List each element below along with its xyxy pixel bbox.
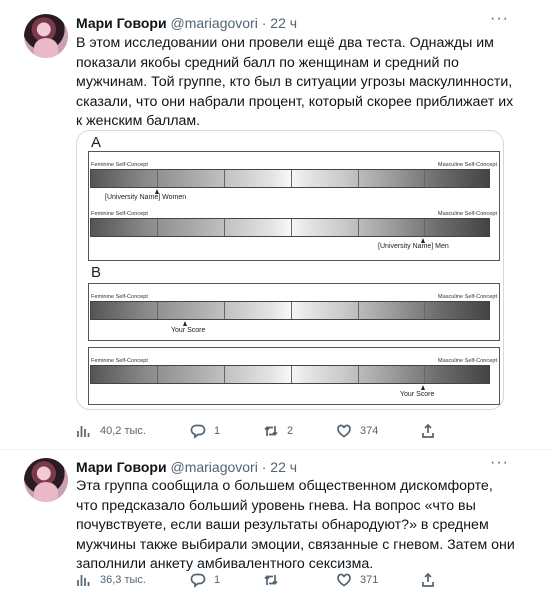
- views-button[interactable]: 36,3 тыс.: [76, 572, 146, 588]
- views-count: 40,2 тыс.: [100, 425, 146, 437]
- reply-button[interactable]: 1: [190, 423, 220, 439]
- share-button[interactable]: [420, 572, 436, 588]
- views-button[interactable]: 40,2 тыс.: [76, 423, 146, 439]
- reply-count: 1: [214, 425, 221, 437]
- panel-a: Feminine Self-Concept Masculine Self-Con…: [88, 151, 500, 261]
- retweet-icon: [264, 426, 278, 436]
- reply-count: 1: [214, 574, 221, 586]
- feminine-label: Feminine Self-Concept: [91, 294, 148, 300]
- tweet-2[interactable]: Мари Говори @mariagovori · 22 ч ··· Эта …: [0, 450, 552, 596]
- feminine-label: Feminine Self-Concept: [91, 358, 148, 364]
- score-marker: [421, 385, 425, 390]
- feminine-label: Feminine Self-Concept: [91, 162, 148, 168]
- retweet-count: 2: [287, 425, 294, 437]
- scale-bar: [90, 218, 490, 237]
- masculine-label: Masculine Self-Concept: [437, 294, 497, 300]
- like-button[interactable]: 374: [336, 423, 378, 439]
- panel-b-1: Feminine Self-Concept Masculine Self-Con…: [88, 283, 500, 341]
- retweet-icon: [264, 575, 278, 585]
- views-count: 36,3 тыс.: [100, 574, 146, 586]
- share-icon: [422, 572, 434, 587]
- share-icon: [422, 423, 434, 438]
- author-handle[interactable]: @mariagovori: [170, 459, 257, 475]
- author-handle[interactable]: @mariagovori: [170, 15, 257, 31]
- like-count: 371: [360, 574, 379, 586]
- avatar[interactable]: [24, 14, 68, 58]
- tweet-image[interactable]: A Feminine Self-Concept Masculine Self-C…: [76, 130, 504, 410]
- tweet-text: Эта группа сообщила о большем общественн…: [76, 478, 515, 572]
- marker-label: [University Name] Men: [378, 243, 449, 250]
- tweet-time[interactable]: 22 ч: [270, 459, 297, 475]
- masculine-label: Masculine Self-Concept: [437, 211, 497, 217]
- tweet-1[interactable]: Мари Говори @mariagovori · 22 ч ··· В эт…: [0, 0, 552, 450]
- retweet-button[interactable]: [263, 572, 287, 588]
- like-count: 374: [360, 425, 379, 437]
- scale-bar: [90, 169, 490, 188]
- figure-label-a: A: [91, 134, 102, 151]
- score-marker: [183, 321, 187, 326]
- tweet-header: Мари Говори @mariagovori · 22 ч: [76, 459, 297, 475]
- feminine-label: Feminine Self-Concept: [91, 211, 148, 217]
- scale-bar: [90, 365, 490, 384]
- heart-icon: [337, 424, 351, 438]
- tweet-actions: 36,3 тыс. 1 371: [76, 572, 516, 592]
- scale-bar: [90, 301, 490, 320]
- avatar[interactable]: [24, 458, 68, 502]
- tweet-actions: 40,2 тыс. 1 2 374: [76, 423, 516, 443]
- heart-icon: [337, 573, 351, 587]
- marker-label: Your Score: [400, 391, 435, 398]
- reply-icon: [190, 573, 206, 588]
- masculine-label: Masculine Self-Concept: [437, 358, 497, 364]
- like-button[interactable]: 371: [336, 572, 378, 588]
- tweet-text: В этом исследовании они провели ещё два …: [76, 35, 514, 129]
- masculine-label: Masculine Self-Concept: [437, 162, 497, 168]
- more-options-icon[interactable]: ···: [490, 455, 510, 478]
- separator-dot: ·: [261, 459, 267, 475]
- marker-label: [University Name] Women: [105, 194, 187, 201]
- analytics-icon: [77, 575, 90, 586]
- tweet-time[interactable]: 22 ч: [270, 15, 297, 31]
- share-button[interactable]: [420, 423, 436, 439]
- marker-label: Your Score: [171, 327, 206, 334]
- tweet-header: Мари Говори @mariagovori · 22 ч: [76, 15, 297, 31]
- reply-icon: [190, 424, 206, 439]
- figure-label-b: B: [91, 264, 102, 281]
- retweet-button[interactable]: 2: [263, 423, 293, 439]
- author-name[interactable]: Мари Говори: [76, 459, 167, 475]
- author-name[interactable]: Мари Говори: [76, 15, 167, 31]
- panel-b-2: Feminine Self-Concept Masculine Self-Con…: [88, 347, 500, 405]
- reply-button[interactable]: 1: [190, 572, 220, 588]
- analytics-icon: [77, 426, 90, 437]
- more-options-icon[interactable]: ···: [490, 11, 510, 34]
- separator-dot: ·: [261, 15, 267, 31]
